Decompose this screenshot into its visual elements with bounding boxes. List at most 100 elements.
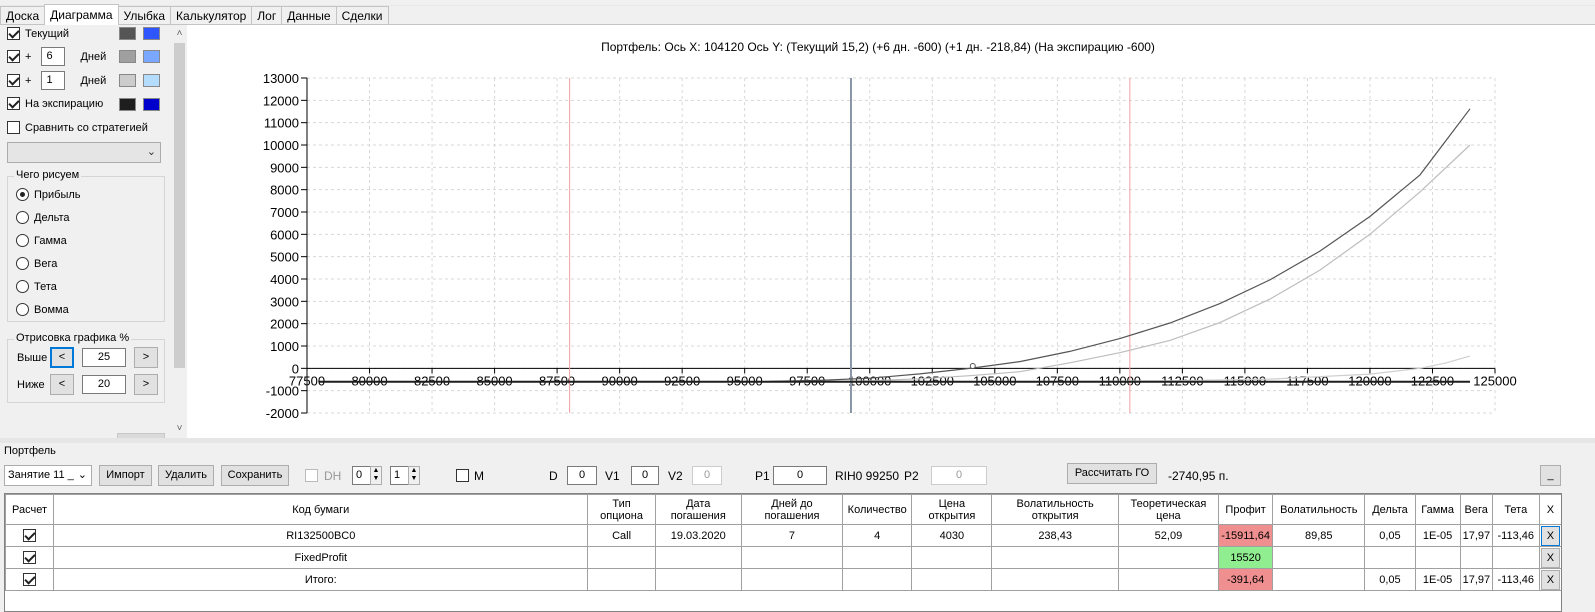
series-expiry-color-b[interactable]	[143, 98, 160, 111]
cell-delta[interactable]: 0,05	[1364, 568, 1416, 591]
col-days[interactable]: Дней до погашения	[740, 494, 844, 525]
profit-chart[interactable]: -2000-1000010002000300040005000600070008…	[230, 66, 1590, 436]
below-increase-button[interactable]: >	[134, 374, 158, 395]
cell-type[interactable]: Call	[587, 524, 656, 547]
remove-row-button[interactable]: X	[1540, 525, 1560, 546]
above-value-input[interactable]: 25	[82, 348, 126, 367]
cell-vega[interactable]	[1459, 546, 1493, 569]
radio-gamma-button[interactable]	[16, 234, 29, 247]
cell-vega[interactable]: 17,97	[1459, 568, 1493, 591]
radio-delta-button[interactable]	[16, 211, 29, 224]
delete-button[interactable]: Удалить	[158, 465, 214, 486]
cell-gamma[interactable]	[1414, 546, 1461, 569]
col-open-price[interactable]: Цена открытия	[911, 494, 993, 525]
col-theta[interactable]: Тета	[1491, 494, 1540, 525]
radio-delta[interactable]: Дельта	[16, 211, 70, 224]
p2-input[interactable]: 0	[931, 466, 987, 485]
radio-profit-button[interactable]	[16, 188, 29, 201]
col-code[interactable]: Код бумаги	[53, 494, 589, 525]
strategy-dropdown[interactable]: ⌄	[7, 142, 161, 163]
cell-vol[interactable]	[1272, 568, 1366, 591]
cell-theta[interactable]	[1491, 546, 1540, 569]
cell-theo[interactable]: 52,09	[1117, 524, 1220, 547]
series-expiry-checkbox[interactable]	[7, 97, 20, 110]
row-calc-checkbox[interactable]	[23, 529, 37, 542]
remove-row-button[interactable]: X	[1540, 547, 1560, 568]
col-profit[interactable]: Профит	[1218, 494, 1274, 525]
cell-date[interactable]	[654, 546, 742, 569]
radio-vega-button[interactable]	[16, 257, 29, 270]
cell-profit[interactable]: -15911,64	[1218, 524, 1274, 547]
tab-log[interactable]: Лог	[251, 6, 283, 25]
series-plus6-days-input[interactable]: 6	[41, 47, 66, 66]
cell-open-price[interactable]: 4030	[911, 524, 993, 547]
col-open-vol[interactable]: Волатильность открытия	[991, 494, 1119, 525]
cell-code[interactable]: RI132500BC0	[53, 524, 589, 547]
scroll-up-icon[interactable]: ˄	[172, 26, 187, 42]
cell-date[interactable]: 19.03.2020	[654, 524, 742, 547]
row-calc-checkbox[interactable]	[23, 551, 37, 564]
session-dropdown[interactable]: Занятие 11 _ ⌄	[4, 465, 92, 486]
cell-theta[interactable]: -113,46	[1491, 568, 1540, 591]
cell-theta[interactable]: -113,46	[1491, 524, 1540, 547]
table-row[interactable]: RI132500BC0 Call 19.03.2020 7 4 4030 238,43 52,…	[5, 524, 1561, 547]
cell-type[interactable]	[587, 568, 656, 591]
cell-days[interactable]: 7	[740, 524, 844, 547]
radio-theta[interactable]: Тета	[16, 280, 57, 293]
v1-input[interactable]: 0	[631, 466, 659, 485]
radio-vomma[interactable]: Вомма	[16, 303, 69, 316]
series-current-color-b[interactable]	[143, 27, 160, 40]
cell-open-price[interactable]	[911, 568, 993, 591]
series-current-color-a[interactable]	[119, 27, 136, 40]
v2-input[interactable]: 0	[692, 466, 722, 485]
cell-qty[interactable]: 4	[842, 524, 913, 547]
col-vega[interactable]: Вега	[1459, 494, 1493, 525]
row-calc-cell[interactable]	[5, 524, 55, 547]
radio-gamma[interactable]: Гамма	[16, 234, 67, 247]
col-date[interactable]: Дата погашения	[654, 494, 742, 525]
minimize-button[interactable]: _	[1540, 465, 1561, 486]
cell-open-vol[interactable]	[991, 546, 1119, 569]
cell-open-vol[interactable]: 238,43	[991, 524, 1119, 547]
table-row[interactable]: Итого: -391,64 0,05 1E-05 17,97 -113,46 X	[5, 568, 1561, 591]
row-calc-cell[interactable]	[5, 546, 55, 569]
tab-calculator[interactable]: Калькулятор	[170, 6, 253, 25]
cell-open-vol[interactable]	[991, 568, 1119, 591]
series-plus1-color-b[interactable]	[143, 74, 160, 87]
d-input[interactable]: 0	[567, 466, 597, 485]
settings-scrollbar[interactable]: ˄ ˅	[172, 25, 187, 438]
series-plus1-checkbox[interactable]	[7, 74, 20, 87]
cell-qty[interactable]	[842, 546, 913, 569]
radio-vega[interactable]: Вега	[16, 257, 57, 270]
cell-vol[interactable]	[1272, 546, 1366, 569]
below-value-input[interactable]: 20	[82, 375, 126, 394]
series-plus6-color-a[interactable]	[119, 50, 136, 63]
col-theo[interactable]: Теоретическая цена	[1117, 494, 1220, 525]
dh-spin2-input[interactable]: 1	[390, 466, 410, 485]
scroll-down-icon[interactable]: ˅	[172, 421, 187, 437]
import-button[interactable]: Импорт	[99, 465, 152, 486]
cell-theo[interactable]	[1117, 546, 1220, 569]
dh-spin1-input[interactable]: 0	[352, 466, 372, 485]
col-delta[interactable]: Дельта	[1364, 494, 1416, 525]
panel-splitter[interactable]	[0, 438, 1595, 443]
series-expiry-color-a[interactable]	[119, 98, 136, 111]
tab-data[interactable]: Данные	[281, 6, 337, 25]
series-plus6-checkbox[interactable]	[7, 50, 20, 63]
cell-qty[interactable]	[842, 568, 913, 591]
cell-profit[interactable]: 15520	[1218, 546, 1274, 569]
remove-row-button[interactable]: X	[1540, 569, 1560, 590]
below-decrease-button[interactable]: <	[50, 374, 74, 395]
table-row[interactable]: FixedProfit 15520 X	[5, 546, 1561, 569]
cell-date[interactable]	[654, 568, 742, 591]
above-increase-button[interactable]: >	[134, 347, 158, 368]
tab-smile[interactable]: Улыбка	[117, 6, 172, 25]
cell-delta[interactable]: 0,05	[1364, 524, 1416, 547]
col-vol[interactable]: Волатильность	[1272, 494, 1366, 525]
dh-spin1-arrows[interactable]: ▲ ▼	[370, 466, 382, 485]
cell-theo[interactable]	[1117, 568, 1220, 591]
radio-vomma-button[interactable]	[16, 303, 29, 316]
cell-gamma[interactable]: 1E-05	[1414, 568, 1461, 591]
cell-days[interactable]	[740, 546, 844, 569]
cell-delta[interactable]	[1364, 546, 1416, 569]
